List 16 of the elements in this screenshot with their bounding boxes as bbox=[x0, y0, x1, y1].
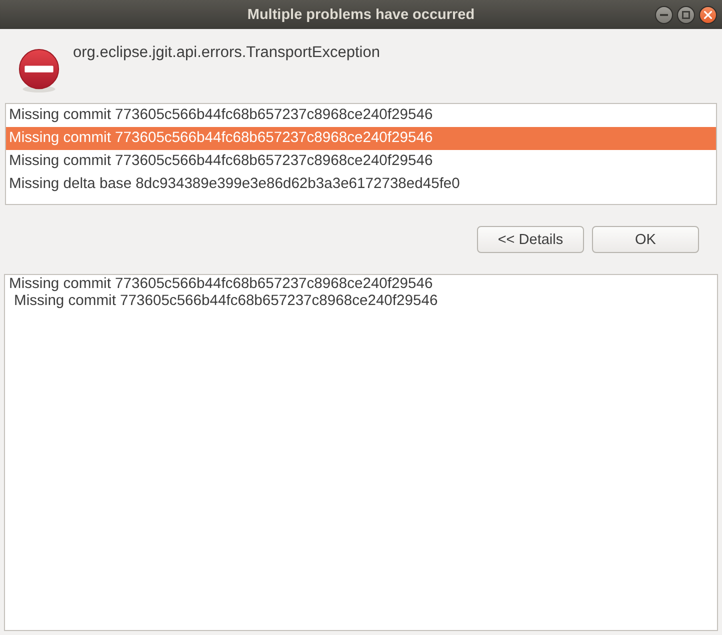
detail-line: Missing commit 773605c566b44fc68b657237c8968ce240f29546 bbox=[13, 293, 439, 310]
minimize-icon bbox=[660, 14, 668, 16]
error-icon bbox=[18, 49, 60, 93]
problem-item[interactable]: Missing delta base 8dc934389e399e3e86d62b3a3e6172738ed45fe0 bbox=[6, 173, 716, 196]
close-icon bbox=[704, 11, 712, 19]
problem-item[interactable]: Missing commit 773605c566b44fc68b657237c8968ce240f29546 bbox=[6, 104, 716, 127]
error-message: org.eclipse.jgit.api.errors.TransportException bbox=[73, 44, 380, 62]
maximize-button[interactable] bbox=[677, 6, 695, 24]
minimize-button[interactable] bbox=[655, 6, 673, 24]
window-title: Multiple problems have occurred bbox=[247, 6, 475, 22]
detail-line: Missing commit 773605c566b44fc68b657237c8968ce240f29546 bbox=[9, 276, 434, 293]
close-button[interactable] bbox=[699, 6, 717, 24]
maximize-icon bbox=[682, 11, 690, 19]
problem-item[interactable]: Missing commit 773605c566b44fc68b657237c8968ce240f29546 bbox=[6, 150, 716, 173]
details-button[interactable]: << Details bbox=[477, 226, 584, 253]
ok-button[interactable]: OK bbox=[592, 226, 699, 253]
